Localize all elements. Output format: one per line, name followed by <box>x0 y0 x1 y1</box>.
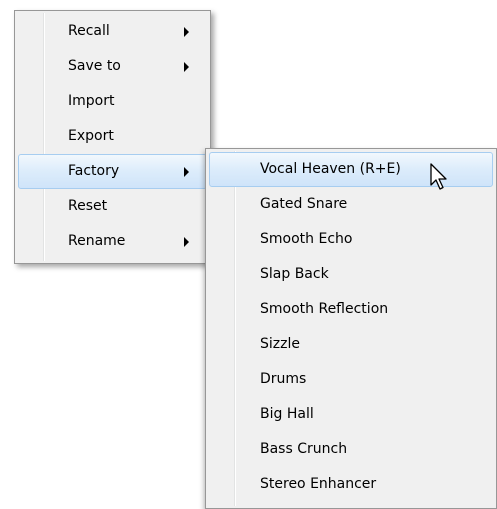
preset-item-label: Stereo Enhancer <box>260 476 377 492</box>
menu-item-rename[interactable]: Rename <box>18 224 207 259</box>
preset-item-label: Sizzle <box>260 336 300 352</box>
menu-item-recall[interactable]: Recall <box>18 14 207 49</box>
preset-item-big-hall[interactable]: Big Hall <box>209 397 493 432</box>
preset-item-slap-back[interactable]: Slap Back <box>209 257 493 292</box>
submenu-arrow-icon <box>184 167 189 177</box>
preset-item-bass-crunch[interactable]: Bass Crunch <box>209 432 493 467</box>
preset-item-gated-snare[interactable]: Gated Snare <box>209 187 493 222</box>
submenu-arrow-icon <box>184 62 189 72</box>
menu-item-factory[interactable]: Factory <box>18 154 207 189</box>
preset-item-label: Gated Snare <box>260 196 348 212</box>
preset-item-label: Smooth Echo <box>260 231 353 247</box>
preset-item-sizzle[interactable]: Sizzle <box>209 327 493 362</box>
preset-item-stereo-enhancer[interactable]: Stereo Enhancer <box>209 467 493 502</box>
menu-item-export[interactable]: Export <box>18 119 207 154</box>
preset-item-label: Bass Crunch <box>260 441 348 457</box>
preset-item-label: Drums <box>260 371 307 387</box>
factory-submenu: Vocal Heaven (R+E) Gated Snare Smooth Ec… <box>205 148 497 509</box>
preset-item-label: Vocal Heaven (R+E) <box>260 161 401 177</box>
preset-item-label: Big Hall <box>260 406 314 422</box>
mouse-cursor-icon <box>430 163 447 190</box>
menu-item-save-to[interactable]: Save to <box>18 49 207 84</box>
menu-item-label: Export <box>68 128 114 144</box>
menu-item-label: Reset <box>68 198 108 214</box>
preset-item-vocal-heaven[interactable]: Vocal Heaven (R+E) <box>209 152 493 187</box>
submenu-arrow-icon <box>184 27 189 37</box>
menu-item-label: Factory <box>68 163 120 179</box>
menu-item-import[interactable]: Import <box>18 84 207 119</box>
preset-item-label: Slap Back <box>260 266 329 282</box>
submenu-arrow-icon <box>184 237 189 247</box>
menu-item-label: Save to <box>68 58 121 74</box>
preset-item-smooth-echo[interactable]: Smooth Echo <box>209 222 493 257</box>
menu-item-reset[interactable]: Reset <box>18 189 207 224</box>
menu-item-label: Import <box>68 93 115 109</box>
preset-item-drums[interactable]: Drums <box>209 362 493 397</box>
menu-item-label: Rename <box>68 233 126 249</box>
context-menu-stage: Recall Save to Import Export Factory Res… <box>0 0 497 509</box>
preset-item-label: Smooth Reflection <box>260 301 389 317</box>
menu-item-label: Recall <box>68 23 110 39</box>
context-menu: Recall Save to Import Export Factory Res… <box>14 10 211 264</box>
preset-item-smooth-reflection[interactable]: Smooth Reflection <box>209 292 493 327</box>
